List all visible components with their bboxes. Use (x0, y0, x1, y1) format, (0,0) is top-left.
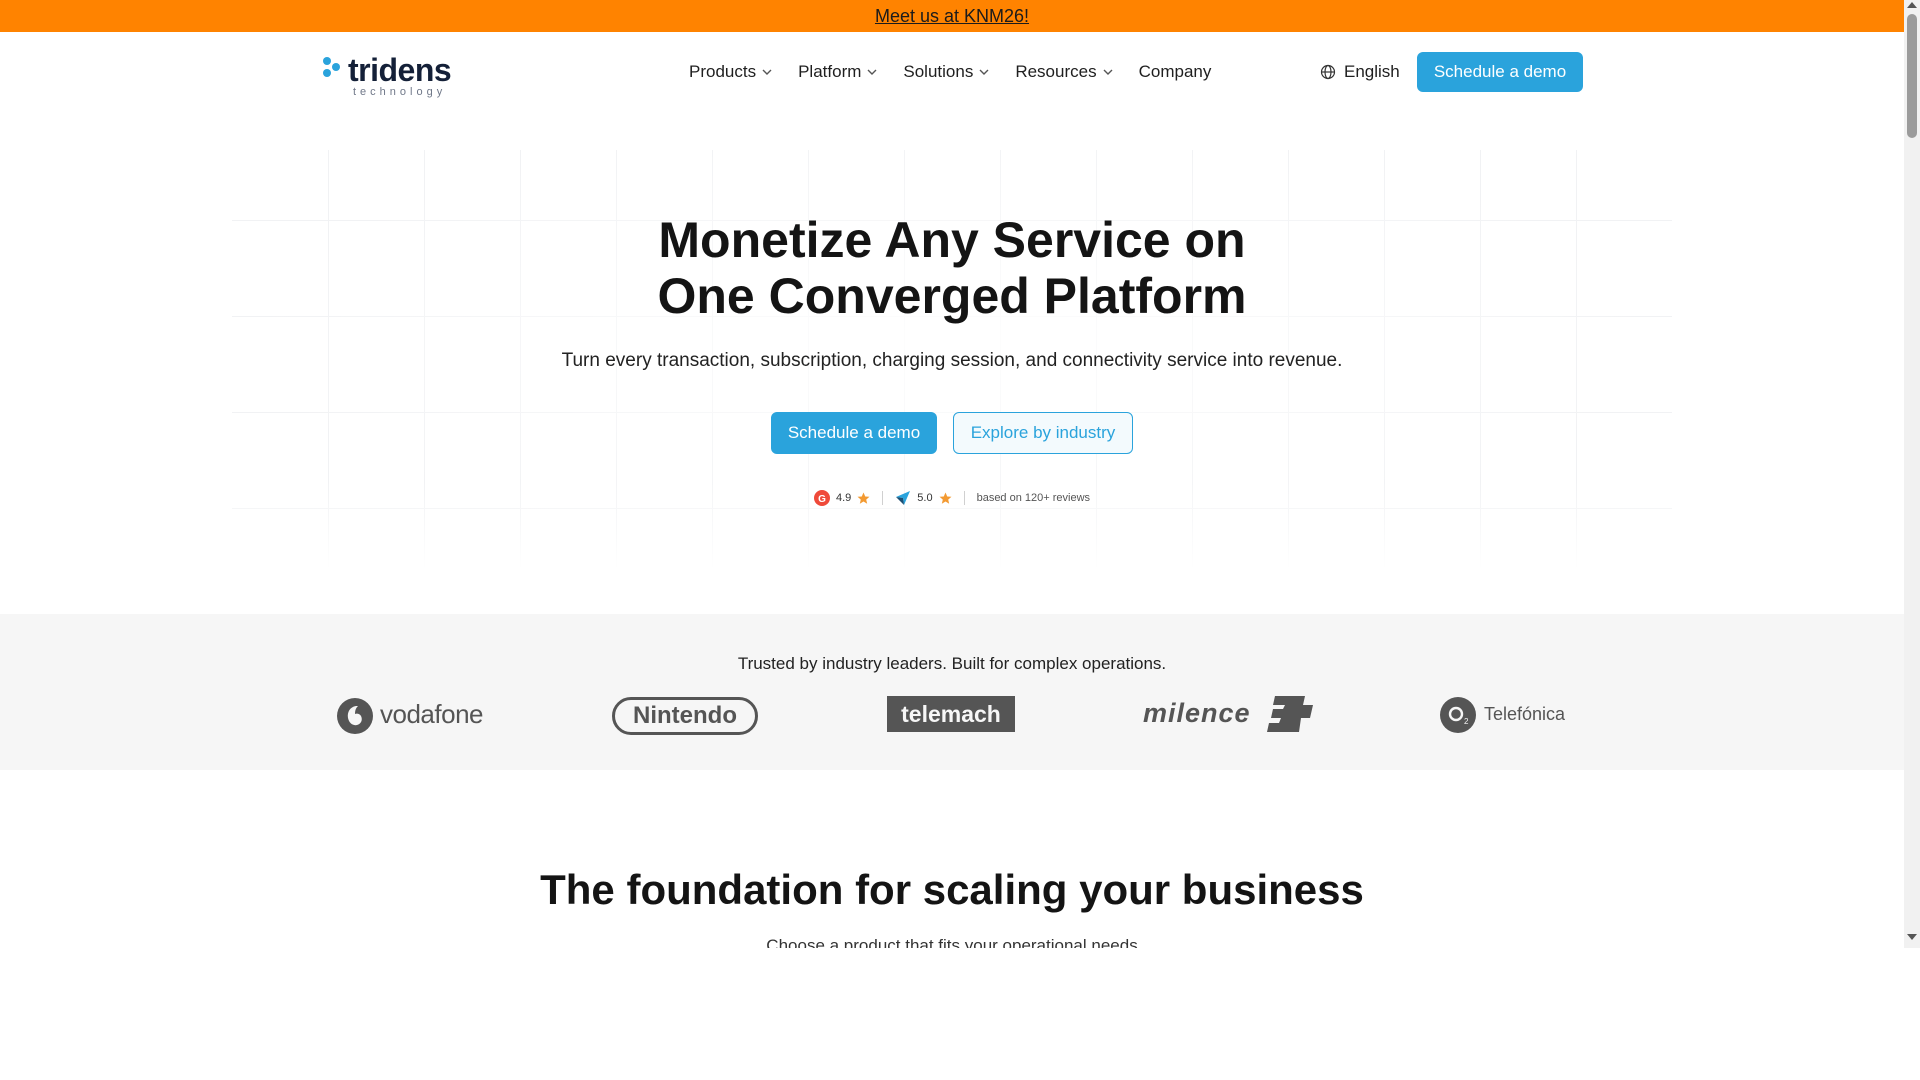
foundation-subtitle-text: Choose a product that fits your operatio… (766, 936, 1138, 948)
nav-item-platform[interactable]: Platform (798, 62, 877, 82)
g2-icon: G (813, 490, 830, 506)
logo-telefonica: 2 Telefónica (1440, 696, 1568, 736)
rating-score: 5.0 (917, 492, 933, 504)
hero-title-line2: One Converged Platform (657, 268, 1247, 324)
reviews-note: based on 120+ reviews (976, 492, 1091, 504)
svg-text:2: 2 (1464, 717, 1469, 726)
nav-item-company[interactable]: Company (1139, 62, 1212, 82)
milence-mark-icon (1267, 696, 1313, 732)
star-icon (939, 492, 952, 504)
header-schedule-demo-button[interactable]: Schedule a demo (1417, 52, 1583, 92)
brand-tagline: technology (353, 86, 447, 98)
rating-g2[interactable]: G 4.9 (813, 490, 870, 506)
logo-telemach: telemach (887, 696, 1015, 736)
main-nav: Products Platform Solutions Resources Co… (689, 32, 1237, 112)
page-scrollbar[interactable] (1904, 0, 1920, 948)
ratings-divider (963, 491, 965, 505)
logo-milence-text: milence (1143, 698, 1251, 728)
rating-capterra[interactable]: 5.0 (895, 490, 952, 506)
logo-vodafone: vodafone (336, 696, 486, 736)
nav-item-label: Resources (1015, 62, 1097, 81)
ratings-divider (882, 491, 884, 505)
globe-icon (1320, 64, 1336, 80)
trusted-text: Trusted by industry leaders. Built for c… (737, 654, 1167, 673)
foundation-subtitle: Choose a product that fits your operatio… (0, 936, 1904, 948)
hero-schedule-demo-button[interactable]: Schedule a demo (771, 412, 937, 454)
foundation-title: The foundation for scaling your business (540, 866, 1364, 913)
nav-item-resources[interactable]: Resources (1015, 62, 1113, 82)
star-icon (857, 492, 870, 504)
logo-telemach-text: telemach (901, 701, 1001, 727)
logo-vodafone-text: vodafone (380, 699, 483, 729)
chevron-down-icon (867, 69, 877, 75)
site-header: tridens technology Products Platform Sol… (0, 32, 1904, 112)
o2-icon: 2 (1440, 697, 1476, 733)
brand-name: tridens (348, 52, 452, 88)
scroll-down-arrow-icon[interactable] (1907, 934, 1917, 940)
language-label: English (1344, 62, 1400, 81)
chevron-down-icon (1103, 69, 1113, 75)
trusted-by-section: Trusted by industry leaders. Built for c… (0, 614, 1904, 770)
logo-nintendo: Nintendo (612, 696, 759, 736)
scroll-thumb[interactable] (1907, 14, 1917, 138)
announcement-bar: Meet us at KNM26! (0, 0, 1904, 32)
chevron-down-icon (762, 69, 772, 75)
vodafone-logo-icon (337, 698, 373, 734)
chevron-down-icon (979, 69, 989, 75)
nav-item-label: Products (689, 62, 757, 81)
scroll-up-arrow-icon[interactable] (1907, 2, 1917, 8)
svg-text:G: G (818, 494, 826, 505)
brand-logo[interactable]: tridens technology (320, 52, 460, 98)
logo-nintendo-text: Nintendo (633, 702, 737, 729)
viewport-blank-area (0, 948, 1920, 1080)
nav-item-label: Solutions (903, 62, 974, 81)
language-selector[interactable]: English (1320, 32, 1400, 112)
logo-dots-icon (323, 57, 340, 77)
rating-score: 4.9 (835, 492, 852, 504)
nav-item-label: Company (1138, 62, 1212, 81)
hero-subtitle: Turn every transaction, subscription, ch… (561, 350, 1343, 371)
nav-item-products[interactable]: Products (689, 62, 772, 82)
nav-item-solutions[interactable]: Solutions (903, 62, 989, 82)
capterra-icon (896, 491, 911, 505)
ratings-bar: G 4.9 5.0 based on 120+ reviews (0, 490, 1904, 506)
explore-by-industry-button[interactable]: Explore by industry (953, 412, 1133, 454)
logo-milence: milence (1143, 696, 1315, 736)
announcement-link[interactable]: Meet us at KNM26! (875, 6, 1029, 27)
hero-title-line1: Monetize Any Service on (658, 212, 1246, 268)
logo-telefonica-text: Telefónica (1484, 704, 1566, 724)
nav-item-label: Platform (798, 62, 862, 81)
hero-actions: Schedule a demo Explore by industry (0, 412, 1904, 454)
